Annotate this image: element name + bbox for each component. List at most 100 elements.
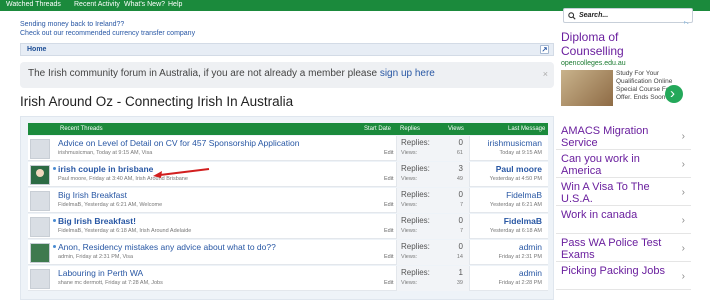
ad-image[interactable] [561, 70, 613, 106]
views-count: 7 [459, 202, 463, 208]
ad-link-label[interactable]: Work in canada [561, 209, 669, 221]
breadcrumb-home[interactable]: Home [27, 46, 46, 53]
views-count: 14 [456, 254, 463, 260]
ad-link-label[interactable]: Picking Packing Jobs [561, 265, 669, 277]
ad-link-label[interactable]: Pass WA Police Test Exams [561, 237, 669, 261]
last-poster[interactable]: admin [519, 242, 542, 252]
ad-link-item[interactable]: Work in canada › [556, 206, 691, 234]
chevron-right-icon[interactable]: › [682, 131, 685, 142]
table-row[interactable]: irish couple in brisbane Paul moore, Fri… [28, 162, 548, 187]
chevron-right-icon[interactable]: › [682, 159, 685, 170]
ad-link-label[interactable]: Win A Visa To The U.S.A. [561, 181, 669, 205]
replies-count: 1 [458, 268, 463, 277]
avatar[interactable] [30, 139, 50, 159]
table-row[interactable]: Big Irish Breakfast FidelmaB, Yesterday … [28, 188, 548, 213]
edit-link[interactable]: Edit [384, 228, 393, 234]
thread-stats: Replies: 1 Views: 39 [396, 266, 470, 291]
ad-links-list: AMACS Migration Service › Can you work in… [556, 122, 691, 290]
unread-dot-icon [53, 219, 56, 222]
avatar[interactable] [30, 191, 50, 211]
thread-title[interactable]: Anon, Residency mistakes any advice abou… [58, 242, 276, 252]
avatar[interactable] [30, 269, 50, 289]
views-label: Views: [401, 150, 418, 156]
edit-link[interactable]: Edit [384, 280, 393, 286]
last-post-time[interactable]: Yesterday at 6:18 AM [490, 228, 542, 234]
ad-link-item[interactable]: Can you work in America › [556, 150, 691, 178]
header-last-message[interactable]: Last Message [508, 126, 545, 132]
notice-text: The Irish community forum in Australia, … [28, 68, 380, 79]
last-poster[interactable]: FidelmaB [504, 216, 542, 226]
promo-line-1[interactable]: Sending money back to Ireland?? [20, 20, 195, 29]
views-label: Views: [401, 228, 418, 234]
replies-count: 3 [458, 164, 463, 173]
thread-meta: FidelmaB, Yesterday at 6:18 AM, Irish Ar… [58, 228, 192, 234]
currency-promo[interactable]: Sending money back to Ireland?? Check ou… [20, 20, 195, 38]
table-row[interactable]: Advice on Level of Detail on CV for 457 … [28, 136, 548, 161]
last-poster[interactable]: FidelmaB [506, 190, 542, 200]
header-views[interactable]: Views [448, 126, 464, 132]
thread-title[interactable]: Labouring in Perth WA [58, 268, 143, 278]
ad-diploma[interactable]: Diploma of Counselling opencolleges.edu.… [556, 24, 691, 110]
ad-url[interactable]: opencolleges.edu.au [561, 60, 626, 67]
avatar[interactable] [30, 165, 50, 185]
nav-help[interactable]: Help [168, 1, 182, 8]
nav-recent-activity[interactable]: Recent Activity [74, 1, 120, 8]
last-poster[interactable]: admin [519, 268, 542, 278]
chevron-right-icon[interactable]: › [682, 271, 685, 282]
arrow-right-icon[interactable] [665, 85, 683, 103]
ad-link-label[interactable]: Can you work in America [561, 153, 669, 177]
chevron-right-icon[interactable]: › [682, 243, 685, 254]
thread-title[interactable]: Big Irish Breakfast [58, 190, 127, 200]
ad-headline[interactable]: Diploma of Counselling [561, 30, 671, 58]
views-count: 61 [456, 150, 463, 156]
thread-stats: Replies: 0 Views: 61 [396, 136, 470, 161]
unread-dot-icon [53, 167, 56, 170]
close-icon[interactable]: × [543, 69, 548, 79]
ad-link-item[interactable]: Pass WA Police Test Exams › [556, 234, 691, 262]
table-row[interactable]: Big Irish Breakfast! FidelmaB, Yesterday… [28, 214, 548, 239]
thread-meta: irishmusicman, Today at 9:15 AM, Visa [58, 150, 153, 156]
edit-link[interactable]: Edit [384, 202, 393, 208]
thread-stats: Replies: 0 Views: 7 [396, 214, 470, 239]
signup-link[interactable]: sign up here [380, 68, 435, 79]
last-poster[interactable]: irishmusicman [488, 138, 542, 148]
avatar[interactable] [30, 217, 50, 237]
table-row[interactable]: Labouring in Perth WA shane mc dermott, … [28, 266, 548, 291]
ad-link-item[interactable]: Win A Visa To The U.S.A. › [556, 178, 691, 206]
search-icon [568, 11, 576, 20]
thread-title[interactable]: irish couple in brisbane [58, 164, 153, 174]
search-input[interactable]: Search... [563, 8, 693, 23]
last-post-time[interactable]: Friday at 2:31 PM [499, 254, 542, 260]
avatar[interactable] [30, 243, 50, 263]
thread-meta: Paul moore, Friday at 3:40 AM, Irish Aro… [58, 176, 188, 182]
nav-whats-new[interactable]: What's New? [124, 1, 165, 8]
ad-link-item[interactable]: Picking Packing Jobs › [556, 262, 691, 290]
thread-title[interactable]: Big Irish Breakfast! [58, 216, 136, 226]
header-start-date[interactable]: Start Date [364, 126, 391, 132]
last-post-time[interactable]: Today at 9:15 AM [500, 150, 543, 156]
promo-line-2[interactable]: Check out our recommended currency trans… [20, 29, 195, 38]
views-count: 39 [456, 280, 463, 286]
edit-link[interactable]: Edit [384, 176, 393, 182]
recent-threads-block: Recent Threads Start Date Replies Views … [20, 116, 554, 300]
views-label: Views: [401, 176, 418, 182]
ad-link-item[interactable]: AMACS Migration Service › [556, 122, 691, 150]
thread-title[interactable]: Advice on Level of Detail on CV for 457 … [58, 138, 299, 148]
nav-watched-threads[interactable]: Watched Threads [6, 1, 61, 8]
jump-arrow-icon[interactable] [540, 45, 549, 54]
chevron-right-icon[interactable]: › [682, 215, 685, 226]
table-row[interactable]: Anon, Residency mistakes any advice abou… [28, 240, 548, 265]
thread-stats: Replies: 3 Views: 49 [396, 162, 470, 187]
last-post-time[interactable]: Yesterday at 4:50 PM [490, 176, 542, 182]
last-poster[interactable]: Paul moore [496, 164, 542, 174]
replies-label: Replies: [401, 164, 430, 173]
replies-label: Replies: [401, 138, 430, 147]
edit-link[interactable]: Edit [384, 150, 393, 156]
last-post-time[interactable]: Friday at 2:28 PM [499, 280, 542, 286]
thread-stats: Replies: 0 Views: 14 [396, 240, 470, 265]
last-post-time[interactable]: Yesterday at 6:21 AM [490, 202, 542, 208]
ad-link-label[interactable]: AMACS Migration Service [561, 125, 669, 149]
header-replies[interactable]: Replies [400, 126, 420, 132]
edit-link[interactable]: Edit [384, 254, 393, 260]
chevron-right-icon[interactable]: › [682, 187, 685, 198]
